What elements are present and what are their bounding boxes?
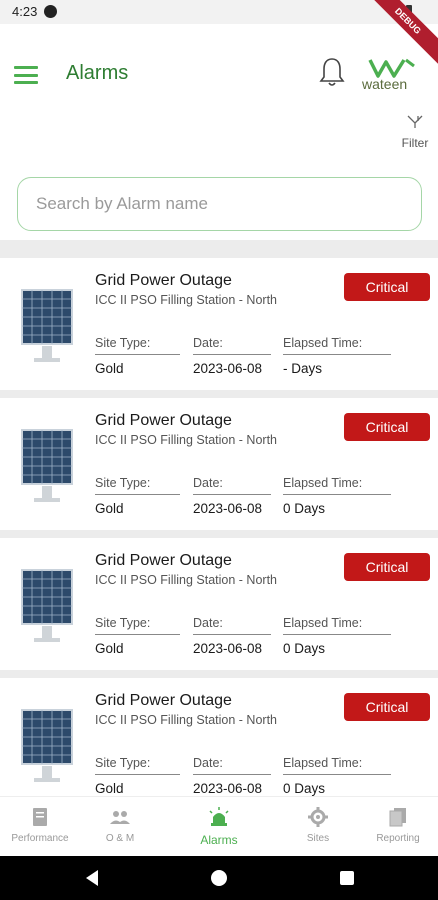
list-divider <box>0 530 438 538</box>
alarm-card[interactable]: Grid Power Outage ICC II PSO Filling Sta… <box>0 398 438 530</box>
alarm-card[interactable]: Grid Power Outage ICC II PSO Filling Sta… <box>0 258 438 390</box>
severity-badge: Critical <box>344 553 430 581</box>
elapsed-field: Elapsed Time: - Days <box>283 336 391 376</box>
elapsed-value: 0 Days <box>283 501 326 516</box>
alarm-title: Grid Power Outage <box>95 692 232 709</box>
date-value: 2023-06-08 <box>193 361 263 376</box>
date-label: Date: <box>193 336 271 355</box>
elapsed-value: 0 Days <box>283 781 326 796</box>
list-divider <box>0 670 438 678</box>
elapsed-field: Elapsed Time: 0 Days <box>283 756 391 796</box>
page-title: Alarms <box>66 62 129 84</box>
nav-alarms-label: Alarms <box>200 833 238 847</box>
site-type-value: Gold <box>95 641 124 656</box>
severity-badge: Critical <box>344 413 430 441</box>
recent-apps-icon[interactable] <box>340 871 354 885</box>
filter-icon <box>407 115 423 128</box>
site-type-label: Site Type: <box>95 336 180 355</box>
menu-icon[interactable] <box>14 66 38 84</box>
site-type-field: Site Type: Gold <box>95 616 180 656</box>
filter-label: Filter <box>401 136 429 150</box>
site-type-label: Site Type: <box>95 476 180 495</box>
filter-button[interactable]: Filter <box>396 114 434 150</box>
site-type-field: Site Type: Gold <box>95 336 180 376</box>
date-field: Date: 2023-06-08 <box>193 756 271 796</box>
alarm-title: Grid Power Outage <box>95 552 232 569</box>
wateen-logo: wateen <box>362 58 422 92</box>
solar-panel-icon <box>21 569 73 642</box>
date-label: Date: <box>193 756 271 775</box>
alarm-site: ICC II PSO Filling Station - North <box>95 433 278 447</box>
date-value: 2023-06-08 <box>193 641 263 656</box>
back-icon[interactable] <box>86 870 98 886</box>
home-icon[interactable] <box>211 870 227 886</box>
site-type-value: Gold <box>95 501 124 516</box>
nav-sites[interactable]: Sites <box>278 807 358 844</box>
nav-performance[interactable]: Performance <box>0 807 80 844</box>
alarm-card[interactable]: Grid Power Outage ICC II PSO Filling Sta… <box>0 678 438 810</box>
elapsed-field: Elapsed Time: 0 Days <box>283 616 391 656</box>
copy-icon <box>389 808 406 827</box>
nav-om-label: O & M <box>105 833 135 844</box>
gear-icon <box>308 807 328 827</box>
date-field: Date: 2023-06-08 <box>193 616 271 656</box>
elapsed-label: Elapsed Time: <box>283 336 391 355</box>
date-field: Date: 2023-06-08 <box>193 336 271 376</box>
elapsed-value: - Days <box>283 361 323 376</box>
alarm-site: ICC II PSO Filling Station - North <box>95 713 278 727</box>
search-input[interactable]: Search by Alarm name <box>17 177 422 231</box>
date-label: Date: <box>193 476 271 495</box>
date-value: 2023-06-08 <box>193 501 263 516</box>
list-divider <box>0 240 438 258</box>
date-field: Date: 2023-06-08 <box>193 476 271 516</box>
system-nav-bar <box>0 856 438 900</box>
site-type-label: Site Type: <box>95 756 180 775</box>
site-type-value: Gold <box>95 361 124 376</box>
nav-alarms[interactable]: Alarms <box>179 807 259 847</box>
site-type-value: Gold <box>95 781 124 796</box>
elapsed-label: Elapsed Time: <box>283 476 391 495</box>
site-type-field: Site Type: Gold <box>95 476 180 516</box>
solar-panel-icon <box>21 429 73 502</box>
site-type-field: Site Type: Gold <box>95 756 180 796</box>
bottom-nav: Performance O & M Alarms Sites Reporting <box>0 796 438 856</box>
solar-panel-icon <box>21 289 73 362</box>
alarm-site: ICC II PSO Filling Station - North <box>95 293 278 307</box>
nav-reporting[interactable]: Reporting <box>358 807 438 844</box>
elapsed-value: 0 Days <box>283 641 326 656</box>
app-notification-icon <box>44 5 57 18</box>
site-type-label: Site Type: <box>95 616 180 635</box>
document-icon <box>33 808 47 826</box>
severity-badge: Critical <box>344 273 430 301</box>
siren-icon <box>209 807 229 826</box>
nav-om[interactable]: O & M <box>80 807 160 844</box>
date-label: Date: <box>193 616 271 635</box>
solar-panel-icon <box>21 709 73 782</box>
elapsed-label: Elapsed Time: <box>283 616 391 635</box>
alarm-site: ICC II PSO Filling Station - North <box>95 573 278 587</box>
list-divider <box>0 390 438 398</box>
elapsed-label: Elapsed Time: <box>283 756 391 775</box>
status-time: 4:23 <box>12 4 38 19</box>
app-bar: Alarms wateen Filter <box>0 24 438 150</box>
alarm-card[interactable]: Grid Power Outage ICC II PSO Filling Sta… <box>0 538 438 670</box>
alarm-title: Grid Power Outage <box>95 412 232 429</box>
nav-sites-label: Sites <box>306 833 330 844</box>
nav-reporting-label: Reporting <box>376 833 420 844</box>
people-icon <box>110 811 130 824</box>
nav-performance-label: Performance <box>11 833 69 844</box>
logo-text: wateen <box>362 76 408 92</box>
elapsed-field: Elapsed Time: 0 Days <box>283 476 391 516</box>
bell-icon[interactable] <box>318 56 346 88</box>
search-placeholder: Search by Alarm name <box>36 194 208 213</box>
date-value: 2023-06-08 <box>193 781 263 796</box>
alarm-title: Grid Power Outage <box>95 272 232 289</box>
severity-badge: Critical <box>344 693 430 721</box>
